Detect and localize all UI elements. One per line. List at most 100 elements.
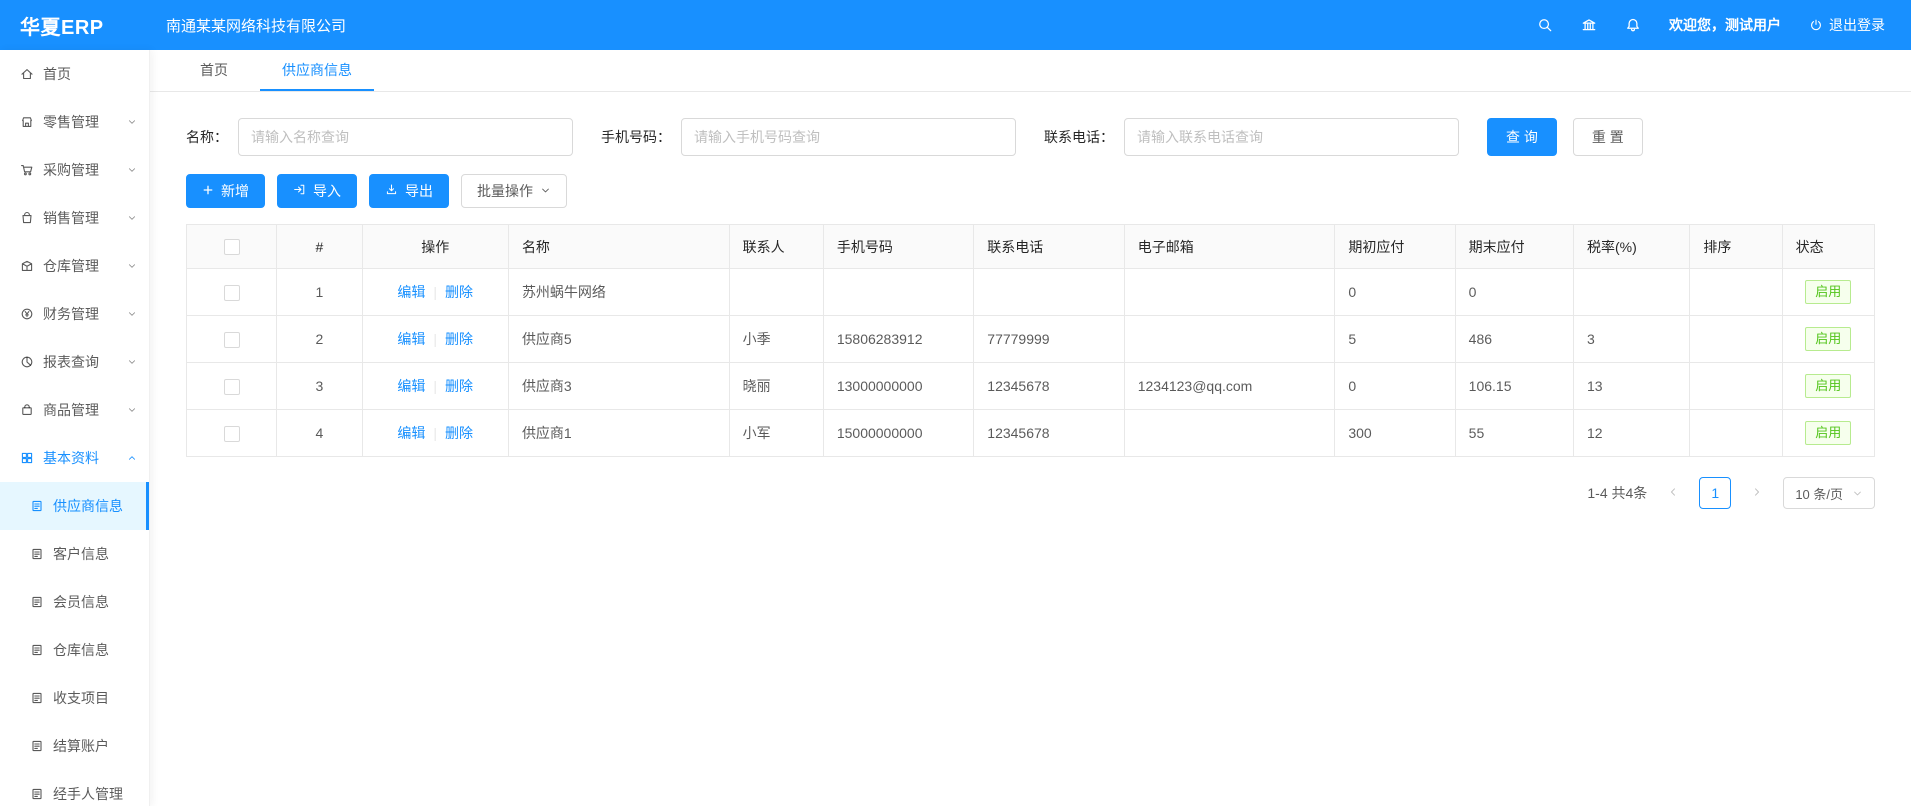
sidebar-item-label: 会员信息 <box>53 592 109 612</box>
sidebar-item-label: 收支项目 <box>53 688 109 708</box>
cell-name: 苏州蜗牛网络 <box>508 269 729 316</box>
chevron-down-icon <box>1852 488 1863 499</box>
cell-mobile <box>823 269 973 316</box>
mobile-filter-input[interactable] <box>681 118 1016 156</box>
sidebar-item[interactable]: 供应商信息 <box>0 482 149 530</box>
sidebar-item[interactable]: 经手人管理 <box>0 770 149 806</box>
chevron-down-icon <box>127 405 137 415</box>
page-number-button[interactable]: 1 <box>1699 477 1731 509</box>
sidebar-item[interactable]: 销售管理 <box>0 194 149 242</box>
home-icon <box>20 67 34 81</box>
add-button-label: 新增 <box>221 181 249 201</box>
column-header: 期末应付 <box>1455 225 1573 269</box>
table-header-row: #操作名称联系人手机号码联系电话电子邮箱期初应付期末应付税率(%)排序状态 <box>187 225 1875 269</box>
app-logo[interactable]: 华夏ERP <box>0 11 150 40</box>
edit-link[interactable]: 编辑 <box>397 425 425 441</box>
sidebar-item[interactable]: 采购管理 <box>0 146 149 194</box>
cell-tel: 12345678 <box>974 363 1124 410</box>
import-button-label: 导入 <box>313 181 341 201</box>
sidebar-item[interactable]: 首页 <box>0 50 149 98</box>
row-index: 3 <box>277 363 362 410</box>
cell-sort <box>1690 410 1782 457</box>
action-divider: | <box>433 284 437 300</box>
retail-icon <box>20 115 34 129</box>
mobile-filter-label: 手机号码： <box>601 127 671 147</box>
bell-icon[interactable] <box>1625 17 1641 33</box>
company-name: 南通某某网络科技有限公司 <box>166 15 346 36</box>
sidebar-item-label: 供应商信息 <box>53 496 123 516</box>
sidebar-item[interactable]: 零售管理 <box>0 98 149 146</box>
row-checkbox[interactable] <box>224 379 240 395</box>
batch-button-label: 批量操作 <box>477 181 533 201</box>
select-all-checkbox[interactable] <box>224 239 240 255</box>
logout-button[interactable]: 退出登录 <box>1809 15 1885 35</box>
logout-icon <box>1809 18 1823 32</box>
supplier-page: 名称： 手机号码： 联系电话： 查 询 重 置 <box>150 92 1911 806</box>
telephone-filter-label: 联系电话： <box>1044 127 1114 147</box>
row-checkbox[interactable] <box>224 285 240 301</box>
column-header: 税率(%) <box>1574 225 1690 269</box>
cell-contact: 晓丽 <box>729 363 823 410</box>
delete-link[interactable]: 删除 <box>445 425 473 441</box>
table-row: 1编辑|删除苏州蜗牛网络00启用 <box>187 269 1875 316</box>
tab-1[interactable]: 供应商信息 <box>260 50 374 91</box>
delete-link[interactable]: 删除 <box>445 331 473 347</box>
sidebar-item[interactable]: 客户信息 <box>0 530 149 578</box>
row-checkbox[interactable] <box>224 426 240 442</box>
action-divider: | <box>433 331 437 347</box>
add-button[interactable]: 新增 <box>186 174 265 208</box>
sidebar-item[interactable]: 仓库信息 <box>0 626 149 674</box>
warehouse-icon <box>20 259 34 273</box>
search-button[interactable]: 查 询 <box>1487 118 1557 156</box>
delete-link[interactable]: 删除 <box>445 284 473 300</box>
row-actions: 编辑 | 删除 <box>362 316 508 363</box>
purchase-icon <box>20 163 34 177</box>
column-header: # <box>277 225 362 269</box>
column-header: 期初应付 <box>1335 225 1455 269</box>
table-row: 2编辑|删除供应商5小季158062839127777999954863启用 <box>187 316 1875 363</box>
platform-icon[interactable] <box>1581 17 1597 33</box>
sidebar-item[interactable]: 仓库管理 <box>0 242 149 290</box>
cell-tel <box>974 269 1124 316</box>
sidebar-item[interactable]: 报表查询 <box>0 338 149 386</box>
export-button[interactable]: 导出 <box>369 174 449 208</box>
name-filter-input[interactable] <box>238 118 573 156</box>
telephone-filter-input[interactable] <box>1124 118 1459 156</box>
chevron-down-icon <box>127 309 137 319</box>
table-row: 4编辑|删除供应商1小军15000000000123456783005512启用 <box>187 410 1875 457</box>
sidebar-item[interactable]: 收支项目 <box>0 674 149 722</box>
search-icon[interactable] <box>1537 17 1553 33</box>
tab-0[interactable]: 首页 <box>178 50 250 91</box>
edit-link[interactable]: 编辑 <box>397 331 425 347</box>
welcome-text: 欢迎您，测试用户 <box>1669 15 1781 35</box>
doc-icon <box>30 643 44 657</box>
sidebar-item[interactable]: 商品管理 <box>0 386 149 434</box>
prev-page-button[interactable] <box>1657 477 1689 509</box>
report-icon <box>20 355 34 369</box>
import-button[interactable]: 导入 <box>277 174 357 208</box>
next-page-button[interactable] <box>1741 477 1773 509</box>
batch-operations-button[interactable]: 批量操作 <box>461 174 567 208</box>
sidebar-item-label: 采购管理 <box>43 160 99 180</box>
logout-label: 退出登录 <box>1829 15 1885 35</box>
sidebar-item[interactable]: 会员信息 <box>0 578 149 626</box>
page-size-select[interactable]: 10 条/页 <box>1783 477 1875 509</box>
sidebar-item[interactable]: 基本资料 <box>0 434 149 482</box>
pagination-total: 1-4 共4条 <box>1587 483 1647 503</box>
sidebar-item[interactable]: 财务管理 <box>0 290 149 338</box>
delete-link[interactable]: 删除 <box>445 378 473 394</box>
row-actions: 编辑|删除 <box>362 363 508 410</box>
edit-link[interactable]: 编辑 <box>397 378 425 394</box>
row-checkbox[interactable] <box>224 332 240 348</box>
chevron-down-icon <box>127 117 137 127</box>
column-header: 联系电话 <box>974 225 1124 269</box>
name-filter-label: 名称： <box>186 127 228 147</box>
sidebar-item[interactable]: 结算账户 <box>0 722 149 770</box>
edit-link[interactable]: 编辑 <box>397 284 425 300</box>
reset-button[interactable]: 重 置 <box>1573 118 1643 156</box>
doc-icon <box>30 739 44 753</box>
chevron-down-icon <box>127 357 137 367</box>
cell-end: 106.15 <box>1455 363 1573 410</box>
sidebar-item-label: 财务管理 <box>43 304 99 324</box>
chevron-left-icon <box>1667 485 1679 501</box>
